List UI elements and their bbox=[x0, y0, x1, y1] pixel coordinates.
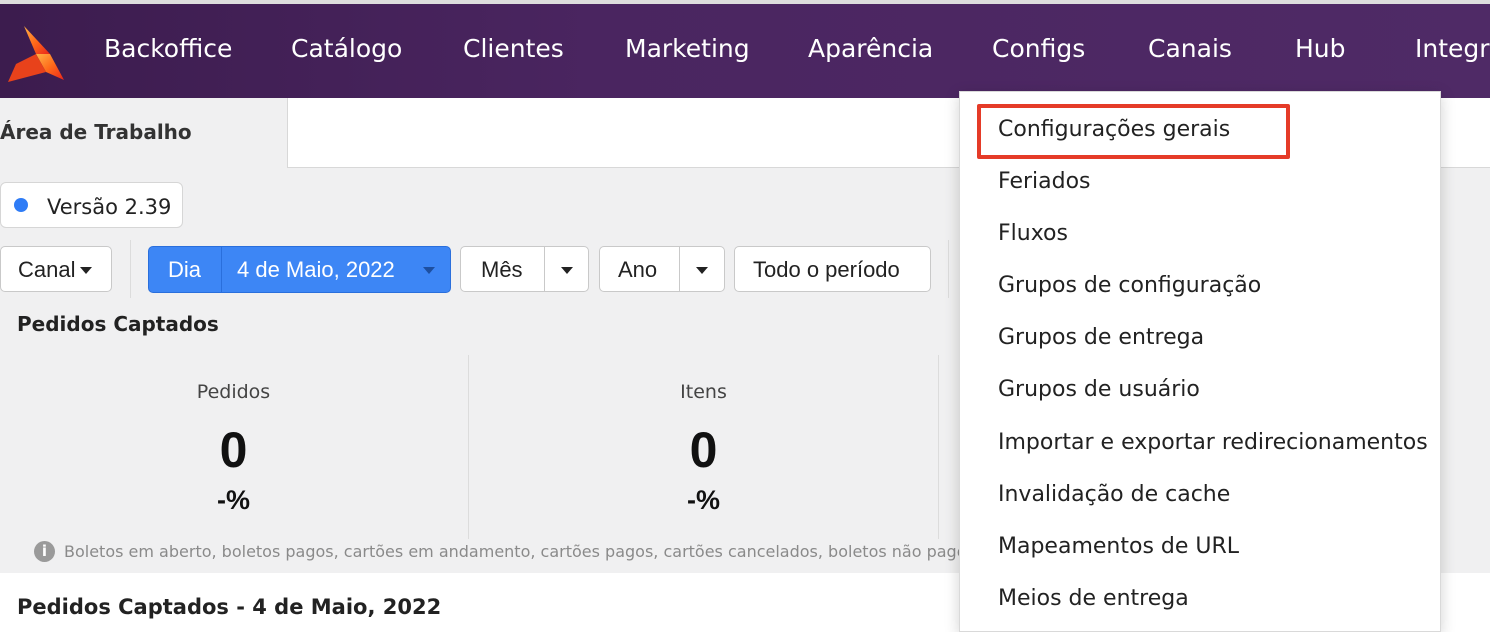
info-note: i Boletos em aberto, boletos pagos, cart… bbox=[34, 540, 964, 566]
section-title: Pedidos Captados bbox=[17, 312, 219, 336]
caret-down-icon[interactable] bbox=[423, 267, 435, 274]
nav-canais[interactable]: Canais bbox=[1148, 34, 1232, 63]
nav-hub[interactable]: Hub bbox=[1295, 34, 1346, 63]
menu-item-feriados[interactable]: Feriados bbox=[998, 169, 1091, 194]
stat-value: 0 bbox=[219, 422, 248, 478]
nav-backoffice[interactable]: Backoffice bbox=[104, 34, 232, 63]
nav-clientes[interactable]: Clientes bbox=[463, 34, 564, 63]
top-navigation: Backoffice Catálogo Clientes Marketing A… bbox=[0, 0, 1490, 98]
stat-delta: -% bbox=[687, 485, 720, 515]
version-label: Versão 2.39 bbox=[47, 195, 172, 219]
day-button[interactable]: Dia bbox=[168, 257, 201, 283]
month-button[interactable]: Mês bbox=[481, 257, 523, 283]
nav-configs[interactable]: Configs bbox=[992, 34, 1085, 63]
all-period-label: Todo o período bbox=[753, 257, 900, 282]
year-split-divider bbox=[679, 247, 680, 291]
menu-item-grupos-de-configuracao[interactable]: Grupos de configuração bbox=[998, 273, 1261, 298]
stat-label: Pedidos bbox=[196, 381, 271, 403]
caret-down-icon bbox=[80, 267, 92, 274]
caret-down-icon[interactable] bbox=[696, 267, 708, 274]
stat-card-pedidos: Pedidos 0 -% bbox=[0, 355, 467, 539]
filter-divider bbox=[130, 240, 131, 298]
stat-delta: -% bbox=[217, 485, 250, 515]
version-badge: Versão 2.39 bbox=[0, 182, 183, 228]
orders-panel-title: Pedidos Captados - 4 de Maio, 2022 bbox=[17, 595, 442, 619]
day-filter-group: Dia 4 de Maio, 2022 bbox=[148, 246, 451, 293]
day-date-picker[interactable]: 4 de Maio, 2022 bbox=[237, 257, 395, 283]
stat-label: Itens bbox=[680, 381, 727, 403]
brand-logo-icon[interactable] bbox=[6, 24, 66, 86]
nav-aparencia[interactable]: Aparência bbox=[808, 34, 933, 63]
tab-label: Área de Trabalho bbox=[0, 120, 192, 144]
stat-card-itens: Itens 0 -% bbox=[469, 355, 938, 539]
info-icon[interactable]: i bbox=[34, 541, 55, 562]
menu-item-invalidacao-de-cache[interactable]: Invalidação de cache bbox=[998, 482, 1230, 507]
canal-dropdown-button[interactable]: Canal bbox=[0, 246, 112, 292]
stat-value: 0 bbox=[689, 422, 718, 478]
menu-item-grupos-de-entrega[interactable]: Grupos de entrega bbox=[998, 325, 1204, 350]
menu-item-fluxos[interactable]: Fluxos bbox=[998, 221, 1068, 246]
tab-area-de-trabalho[interactable]: Área de Trabalho bbox=[0, 98, 288, 168]
caret-down-icon[interactable] bbox=[561, 267, 573, 274]
nav-marketing[interactable]: Marketing bbox=[625, 34, 750, 63]
month-split-divider bbox=[544, 247, 545, 291]
menu-item-meios-de-entrega[interactable]: Meios de entrega bbox=[998, 586, 1189, 611]
info-note-text: Boletos em aberto, boletos pagos, cartõe… bbox=[64, 542, 964, 561]
month-filter-group: Mês bbox=[460, 246, 589, 292]
year-button[interactable]: Ano bbox=[618, 257, 657, 283]
nav-integracoes[interactable]: Integra bbox=[1415, 34, 1490, 63]
stat-divider bbox=[938, 355, 939, 539]
canal-label: Canal bbox=[18, 257, 76, 282]
filter-divider bbox=[948, 240, 949, 298]
nav-catalogo[interactable]: Catálogo bbox=[291, 34, 402, 63]
status-dot-icon bbox=[14, 198, 28, 212]
menu-item-mapeamentos-de-url[interactable]: Mapeamentos de URL bbox=[998, 534, 1239, 559]
highlight-annotation-box bbox=[977, 104, 1290, 159]
all-period-button[interactable]: Todo o período bbox=[734, 246, 931, 292]
menu-item-importar-exportar-redirecionamentos[interactable]: Importar e exportar redirecionamentos bbox=[998, 430, 1428, 455]
day-split-divider bbox=[221, 247, 222, 292]
configs-dropdown-menu: Configurações gerais Feriados Fluxos Gru… bbox=[959, 91, 1441, 632]
year-filter-group: Ano bbox=[599, 246, 725, 292]
menu-item-grupos-de-usuario[interactable]: Grupos de usuário bbox=[998, 377, 1200, 402]
